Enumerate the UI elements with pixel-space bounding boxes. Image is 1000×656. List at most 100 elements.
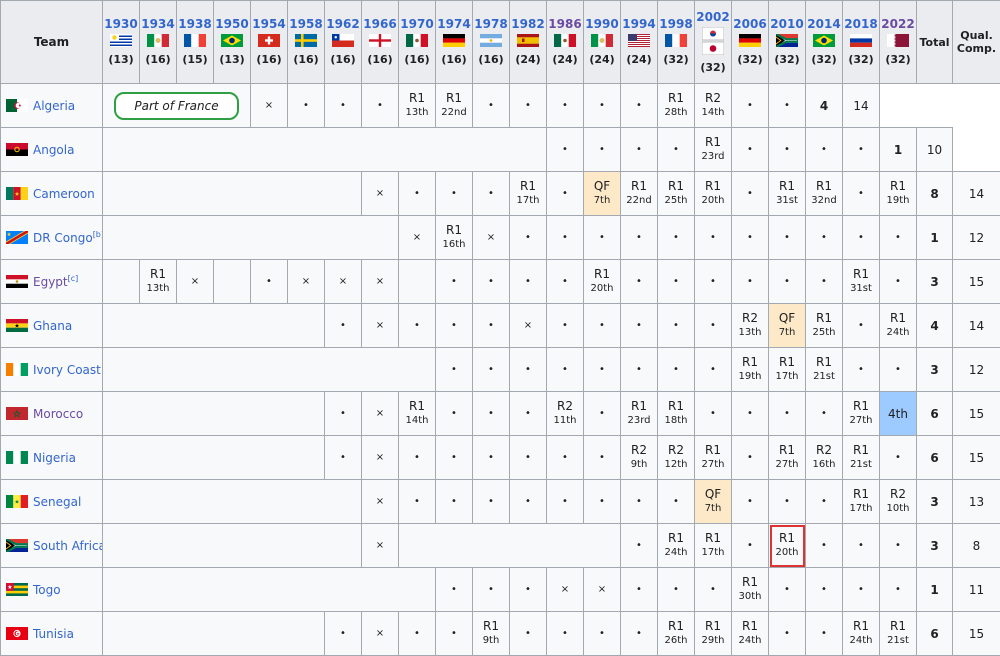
placement-label: 32nd xyxy=(806,194,842,208)
year-link[interactable]: 2002 xyxy=(695,10,731,24)
header-year-1938[interactable]: 1938(15) xyxy=(177,1,214,84)
year-link[interactable]: 1966 xyxy=(362,17,398,31)
year-link[interactable]: 1962 xyxy=(325,17,361,31)
year-link[interactable]: 1958 xyxy=(288,17,324,31)
did-not-enter-cell: × xyxy=(251,84,288,128)
qual-comp-cell: 12 xyxy=(953,348,1000,392)
header-year-1950[interactable]: 1950(13) xyxy=(214,1,251,84)
did-not-enter-cell: × xyxy=(362,260,399,304)
header-qual-comp[interactable]: Qual.Comp. xyxy=(953,1,1000,84)
year-link[interactable]: 2022 xyxy=(880,17,916,31)
year-link[interactable]: 1950 xyxy=(214,17,250,31)
did-not-qualify-cell: • xyxy=(621,612,658,656)
header-year-1966[interactable]: 1966 (16) xyxy=(362,1,399,84)
qual-comp-cell: 15 xyxy=(953,612,1000,656)
team-link-ivory-coast[interactable]: Ivory Coast xyxy=(33,363,101,377)
year-link[interactable]: 2014 xyxy=(806,17,842,31)
table-row: DR Congo[b]×R116th×•••••••••••112 xyxy=(1,216,1000,260)
year-link[interactable]: 1938 xyxy=(177,17,213,31)
team-link-ghana[interactable]: Ghana xyxy=(33,319,72,333)
header-team[interactable]: Team xyxy=(1,1,103,84)
did-not-qualify-cell: • xyxy=(658,260,695,304)
south-africa-flag-icon xyxy=(776,34,798,47)
did-not-qualify-cell: • xyxy=(843,348,880,392)
year-link[interactable]: 1970 xyxy=(399,17,435,31)
did-not-qualify-cell: • xyxy=(880,436,917,480)
header-year-1970[interactable]: 1970(16) xyxy=(399,1,436,84)
header-year-2010[interactable]: 2010(32) xyxy=(769,1,806,84)
year-link[interactable]: 1986 xyxy=(547,17,583,31)
header-year-1986[interactable]: 1986(24) xyxy=(547,1,584,84)
year-link[interactable]: 1930 xyxy=(103,17,139,31)
argentina-flag-icon xyxy=(480,34,502,47)
team-cell: Angola xyxy=(1,128,103,172)
total-cell: 3 xyxy=(917,348,953,392)
result-cell: QF7th xyxy=(695,480,732,524)
header-year-2002[interactable]: 2002(32) xyxy=(695,1,732,84)
header-year-1930[interactable]: 1930(13) xyxy=(103,1,140,84)
round-label: R1 xyxy=(436,91,472,106)
total-cell: 6 xyxy=(917,392,953,436)
year-link[interactable]: 1982 xyxy=(510,17,546,31)
result-cell: R19th xyxy=(473,612,510,656)
header-year-1978[interactable]: 1978 (16) xyxy=(473,1,510,84)
header-year-2006[interactable]: 2006(32) xyxy=(732,1,769,84)
header-year-1934[interactable]: 1934(16) xyxy=(140,1,177,84)
year-link[interactable]: 1974 xyxy=(436,17,472,31)
year-link[interactable]: 1954 xyxy=(251,17,287,31)
year-link[interactable]: 1990 xyxy=(584,17,620,31)
team-count: (16) xyxy=(473,53,509,67)
header-year-1974[interactable]: 1974(16) xyxy=(436,1,473,84)
result-cell: R124th xyxy=(880,304,917,348)
header-year-2018[interactable]: 2018(32) xyxy=(843,1,880,84)
empty-cell xyxy=(103,304,325,348)
qual-comp-cell: 15 xyxy=(953,260,1000,304)
header-year-1998[interactable]: 1998(32) xyxy=(658,1,695,84)
year-link[interactable]: 2018 xyxy=(843,17,879,31)
year-link[interactable]: 1934 xyxy=(140,17,176,31)
angola-flag-icon xyxy=(6,143,28,157)
year-link[interactable]: 2010 xyxy=(769,17,805,31)
team-link-senegal[interactable]: Senegal xyxy=(33,495,81,509)
did-not-qualify-cell: • xyxy=(399,304,436,348)
header-year-1982[interactable]: 1982(24) xyxy=(510,1,547,84)
team-link-dr-congo[interactable]: DR Congo[b] xyxy=(33,231,103,245)
total-cell: 4 xyxy=(917,304,953,348)
header-year-1990[interactable]: 1990(24) xyxy=(584,1,621,84)
year-link[interactable]: 1998 xyxy=(658,17,694,31)
team-link-morocco[interactable]: Morocco xyxy=(33,407,83,421)
header-year-1994[interactable]: 1994(24) xyxy=(621,1,658,84)
team-link-egypt[interactable]: Egypt[c] xyxy=(33,275,78,289)
team-count: (16) xyxy=(362,53,398,67)
team-link-cameroon[interactable]: Cameroon xyxy=(33,187,95,201)
footnote-link[interactable]: [c] xyxy=(68,274,79,283)
team-link-south-africa[interactable]: South Africa xyxy=(33,539,103,553)
header-year-2022[interactable]: 2022(32) xyxy=(880,1,917,84)
table-row: Nigeria•×••••••R29thR212thR127th•R127thR… xyxy=(1,436,1000,480)
year-link[interactable]: 1994 xyxy=(621,17,657,31)
year-link[interactable]: 1978 xyxy=(473,17,509,31)
header-year-2014[interactable]: 2014 (32) xyxy=(806,1,843,84)
team-link-tunisia[interactable]: Tunisia xyxy=(33,627,74,641)
result-cell: R122nd xyxy=(436,84,473,128)
team-link-algeria[interactable]: Algeria xyxy=(33,99,75,113)
placement-label: 24th xyxy=(880,326,916,340)
southafrica-flag-icon xyxy=(6,539,28,553)
did-not-qualify-cell: • xyxy=(695,304,732,348)
placement-label: 17th xyxy=(769,370,805,384)
header-year-1958[interactable]: 1958(16) xyxy=(288,1,325,84)
footnote-link[interactable]: [b] xyxy=(93,230,103,239)
team-link-togo[interactable]: Togo xyxy=(33,583,61,597)
did-not-enter-cell: × xyxy=(399,216,436,260)
result-cell-fourth: 4th xyxy=(880,392,917,436)
header-year-1962[interactable]: 1962(16) xyxy=(325,1,362,84)
header-year-1954[interactable]: 1954(16) xyxy=(251,1,288,84)
togo-flag-icon xyxy=(6,583,28,597)
year-link[interactable]: 2006 xyxy=(732,17,768,31)
total-cell: 1 xyxy=(917,216,953,260)
header-total[interactable]: Total xyxy=(917,1,953,84)
team-count: (32) xyxy=(806,53,842,67)
empty-cell xyxy=(103,612,325,656)
team-link-angola[interactable]: Angola xyxy=(33,143,74,157)
team-link-nigeria[interactable]: Nigeria xyxy=(33,451,76,465)
